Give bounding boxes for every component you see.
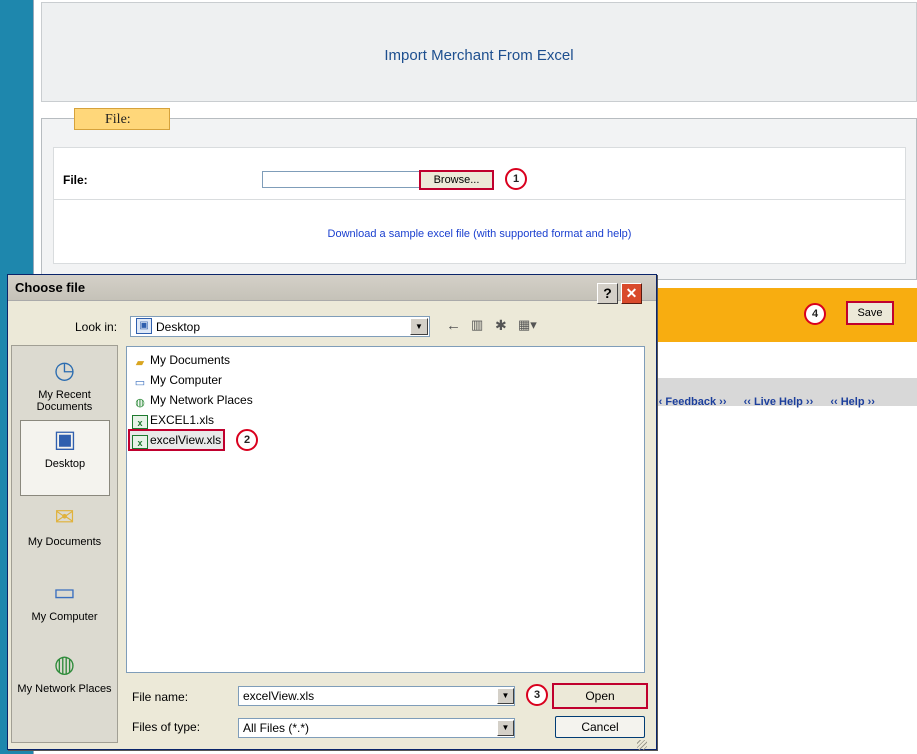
- chevron-down-icon[interactable]: ▼: [497, 720, 514, 736]
- browse-button[interactable]: Browse...: [419, 170, 494, 190]
- dialog-title-bar[interactable]: Choose file: [8, 275, 656, 301]
- file-name: My Documents: [150, 353, 231, 367]
- list-item[interactable]: ▰ My Documents: [132, 353, 230, 370]
- page-title: Import Merchant From Excel: [384, 47, 574, 64]
- view-menu-icon[interactable]: ▦▾: [518, 317, 537, 333]
- list-item[interactable]: x EXCEL1.xls: [132, 413, 214, 429]
- file-name: EXCEL1.xls: [150, 413, 215, 427]
- place-recent-documents[interactable]: ◷ My Recent Documents: [12, 356, 117, 413]
- resize-grip-icon[interactable]: [637, 740, 647, 750]
- file-name-input[interactable]: excelView.xls: [238, 686, 515, 706]
- network-places-icon: ◍: [54, 651, 75, 678]
- download-sample-link[interactable]: Download a sample excel file (with suppo…: [53, 228, 906, 240]
- up-folder-icon[interactable]: ▥: [471, 317, 483, 333]
- place-label: My Network Places: [17, 683, 112, 695]
- place-network[interactable]: ◍ My Network Places: [12, 650, 117, 695]
- look-in-value: Desktop: [156, 320, 201, 334]
- chevron-down-icon[interactable]: ▼: [497, 688, 514, 704]
- list-item[interactable]: ◍ My Network Places: [132, 393, 253, 410]
- my-documents-icon: ✉: [54, 504, 75, 531]
- save-button[interactable]: Save: [846, 301, 894, 325]
- file-path-input[interactable]: [262, 171, 420, 188]
- file-legend: File:: [74, 108, 170, 130]
- file-label: File:: [63, 173, 88, 187]
- cancel-button[interactable]: Cancel: [555, 716, 645, 738]
- feedback-link[interactable]: ‹‹ Feedback ››: [655, 396, 727, 408]
- help-link[interactable]: ‹‹ Help ››: [830, 396, 875, 408]
- place-label: My Recent Documents: [36, 389, 93, 413]
- desktop-icon: ▣: [53, 426, 77, 453]
- place-label: Desktop: [44, 458, 86, 470]
- page-header: Import Merchant From Excel: [41, 2, 917, 102]
- back-icon[interactable]: ←: [446, 317, 461, 334]
- place-label: My Computer: [31, 611, 98, 623]
- file-name: My Computer: [150, 373, 223, 387]
- step-marker-1: 1: [505, 168, 527, 190]
- file-name: excelView.xls: [150, 433, 222, 447]
- step-marker-4: 4: [804, 303, 826, 325]
- file-name: My Network Places: [150, 393, 253, 407]
- list-item[interactable]: ▭ My Computer: [132, 373, 222, 390]
- open-button[interactable]: Open: [552, 683, 648, 709]
- content-gap: [655, 342, 917, 378]
- place-label: My Documents: [27, 536, 102, 548]
- folder-icon: ▰: [135, 357, 145, 369]
- step-marker-3: 3: [526, 684, 548, 706]
- computer-icon: ▭: [134, 377, 146, 389]
- my-computer-icon: ▭: [53, 579, 76, 606]
- help-icon[interactable]: ?: [597, 283, 618, 304]
- place-my-computer[interactable]: ▭ My Computer: [12, 578, 117, 623]
- excel-file-icon: x: [132, 435, 148, 449]
- file-name-label: File name:: [132, 690, 189, 704]
- file-type-label: Files of type:: [132, 720, 201, 734]
- footer-links: ‹‹ Feedback ›› ‹‹ Live Help ›› ‹‹ Help ›…: [655, 396, 889, 408]
- dialog-title: Choose file: [15, 280, 86, 295]
- desktop-icon: ▣: [136, 318, 152, 334]
- recent-documents-icon: ◷: [54, 357, 75, 384]
- place-my-documents[interactable]: ✉ My Documents: [12, 503, 117, 548]
- excel-file-icon: x: [132, 415, 148, 429]
- new-folder-icon[interactable]: ✱: [495, 317, 507, 334]
- live-help-link[interactable]: ‹‹ Live Help ››: [744, 396, 814, 408]
- step-marker-2: 2: [236, 429, 258, 451]
- look-in-label: Look in:: [75, 320, 118, 334]
- network-icon: ◍: [135, 397, 145, 409]
- place-desktop[interactable]: ▣ Desktop: [20, 420, 110, 496]
- close-icon[interactable]: ✕: [621, 283, 642, 304]
- file-type-select[interactable]: All Files (*.*): [238, 718, 515, 738]
- list-item-selected[interactable]: x excelView.xls: [128, 429, 226, 451]
- chevron-down-icon[interactable]: ▼: [410, 318, 428, 335]
